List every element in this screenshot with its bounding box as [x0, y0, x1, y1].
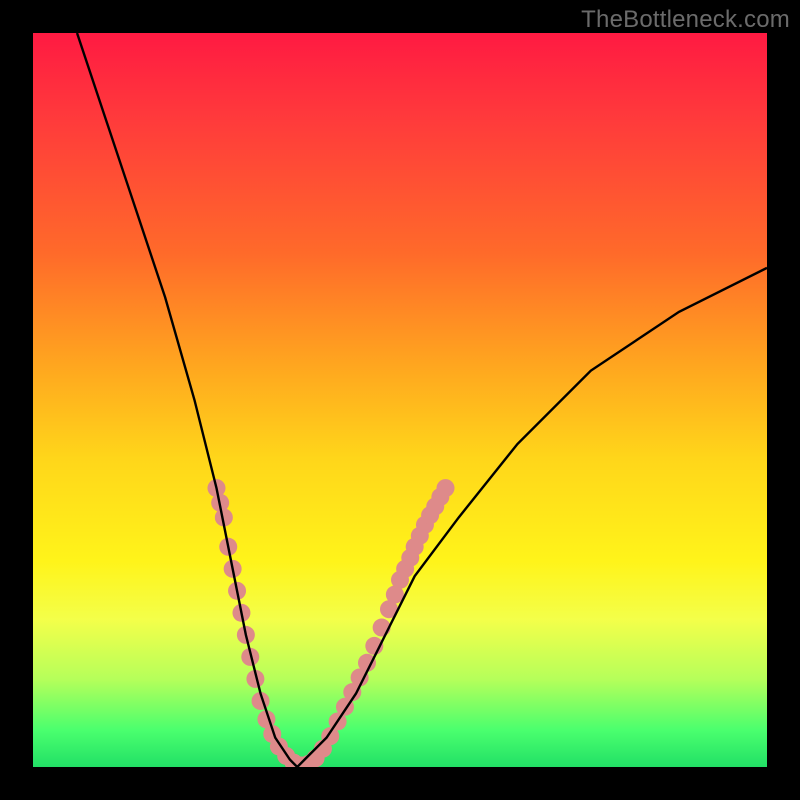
- watermark-text: TheBottleneck.com: [581, 6, 790, 34]
- chart-frame: TheBottleneck.com: [0, 0, 800, 800]
- pink-dot: [437, 479, 455, 497]
- bottleneck-curve: [77, 33, 767, 767]
- curve-layer: [33, 33, 767, 767]
- plot-area: [33, 33, 767, 767]
